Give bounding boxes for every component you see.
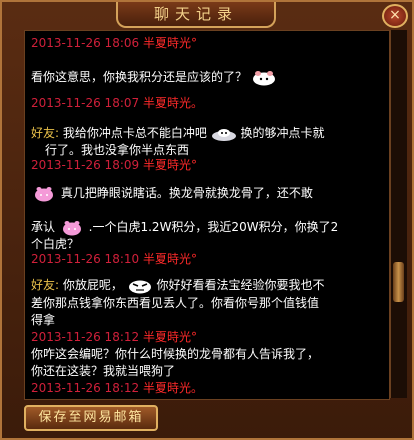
timestamp: 2013-11-26 18:09 [31, 158, 140, 172]
pink-bun-icon [62, 221, 81, 236]
message-header: 2013-11-26 18:12 半夏時光。 [31, 380, 203, 397]
ufo-bun-icon [211, 129, 236, 141]
friend-label: 好友: [31, 278, 60, 292]
message-body: 承认 .一个白虎1.2W积分，我近20W积分，你换了2 [31, 219, 338, 236]
timestamp: 2013-11-26 18:07 [31, 96, 140, 110]
message-text: 个白虎？ [31, 237, 80, 251]
timestamp: 2013-11-26 18:12 [31, 330, 140, 344]
message-body: 看你这意思，你换我积分还是应该的了？ [31, 69, 277, 86]
message-body: 差你那点钱拿你东西看见丢人了。你看你号那个值钱值 [31, 295, 319, 312]
sender-name: 半夏時光。 [142, 96, 203, 110]
message-text: 得拿 [31, 313, 56, 327]
message-text: 你放屁呢， [62, 278, 123, 292]
window-title: 聊天记录 [116, 2, 276, 28]
sender-name: 半夏時光° [142, 36, 197, 50]
message-body: 好友: 我给你冲点卡总不能白冲吧 换的够冲点卡就 [31, 125, 325, 142]
sender-name: 半夏時光° [142, 330, 197, 344]
message-header: 2013-11-26 18:07 半夏時光。 [31, 95, 203, 112]
message-text: 换的够冲点卡就 [240, 126, 325, 140]
message-body: 你咋这会编呢？你什么时候换的龙骨都有人告诉我了， [31, 346, 319, 363]
message-header: 2013-11-26 18:10 半夏時光° [31, 251, 197, 268]
chat-log-panel: 2013-11-26 18:06 半夏時光° 看你这意思，你换我积分还是应该的了… [24, 30, 390, 400]
sender-name: 半夏時光。 [142, 381, 203, 395]
message-body: 你还在这装？我就当喂狗了 [31, 363, 175, 380]
message-body: 好友: 你放屁呢， 你好好看看法宝经验你要我也不 [31, 277, 325, 294]
message-body: 得拿 [31, 312, 55, 329]
message-header: 2013-11-26 18:06 半夏時光° [31, 35, 197, 52]
message-text: 看你这意思，你换我积分还是应该的了？ [31, 70, 248, 84]
timestamp: 2013-11-26 18:10 [31, 252, 140, 266]
message-text: 你好好看看法宝经验你要我也不 [156, 278, 325, 292]
message-text: 我给你冲点卡总不能白冲吧 [62, 126, 207, 140]
save-to-email-button[interactable]: 保存至网易邮箱 [24, 405, 158, 431]
message-header: 2013-11-26 18:12 半夏時光° [31, 329, 197, 346]
message-text: 行了。我也没拿你半点东西 [45, 143, 190, 157]
smile-bun-icon [252, 71, 275, 86]
scrollbar[interactable] [390, 30, 407, 398]
angry-bun-icon [128, 280, 151, 294]
friend-label: 好友: [31, 126, 60, 140]
message-text: .一个白虎1.2W积分，我近20W积分，你换了2 [88, 220, 339, 234]
message-body: 真几把睁眼说瞎话。换龙骨就换龙骨了，还不敢 [31, 185, 313, 202]
timestamp: 2013-11-26 18:12 [31, 381, 140, 395]
message-text: 真几把睁眼说瞎话。换龙骨就换龙骨了，还不敢 [60, 186, 313, 200]
message-text: 承认 [31, 220, 56, 234]
message-text: 你咋这会编呢？你什么时候换的龙骨都有人告诉我了， [31, 347, 320, 361]
message-text: 你还在这装？我就当喂狗了 [31, 364, 176, 378]
pink-bun-icon [35, 187, 53, 202]
scrollbar-thumb[interactable] [393, 262, 404, 302]
close-button[interactable]: × [382, 4, 408, 28]
timestamp: 2013-11-26 18:06 [31, 36, 140, 50]
sender-name: 半夏時光° [142, 158, 197, 172]
message-text: 差你那点钱拿你东西看见丢人了。你看你号那个值钱值 [31, 296, 320, 310]
sender-name: 半夏時光° [142, 252, 197, 266]
message-header: 2013-11-26 18:09 半夏時光° [31, 157, 197, 174]
